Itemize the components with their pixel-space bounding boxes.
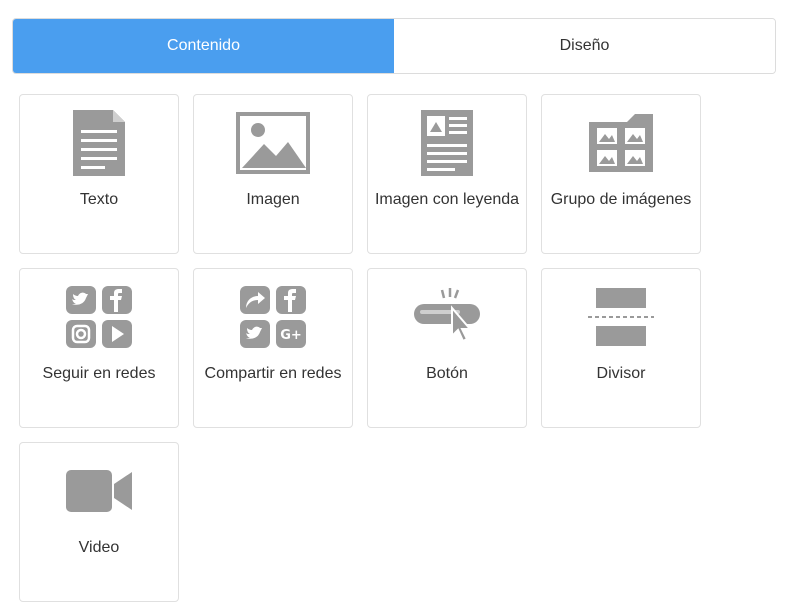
button-click-icon (368, 279, 526, 355)
tab-contenido[interactable]: Contenido (13, 19, 394, 73)
block-boton[interactable]: Botón (367, 268, 527, 428)
social-follow-icon (20, 279, 178, 355)
block-texto[interactable]: Texto (19, 94, 179, 254)
block-label: Texto (79, 191, 119, 208)
image-caption-icon (368, 105, 526, 181)
block-label: Compartir en redes (204, 365, 342, 382)
block-label: Divisor (596, 365, 646, 382)
text-document-icon (20, 105, 178, 181)
tab-diseno[interactable]: Diseño (394, 19, 775, 73)
block-label: Grupo de imágenes (550, 191, 692, 208)
social-share-icon: G+ (194, 279, 352, 355)
block-imagen-con-leyenda[interactable]: Imagen con leyenda (367, 94, 527, 254)
video-camera-icon (20, 453, 178, 529)
image-group-icon (542, 105, 700, 181)
block-label: Botón (426, 365, 468, 382)
block-label: Imagen (246, 191, 300, 208)
image-icon (194, 105, 352, 181)
tab-bar: Contenido Diseño (12, 18, 776, 74)
block-label: Video (78, 539, 120, 556)
svg-text:G+: G+ (280, 328, 302, 343)
block-imagen[interactable]: Imagen (193, 94, 353, 254)
block-video[interactable]: Video (19, 442, 179, 602)
block-grupo-de-imagenes[interactable]: Grupo de imágenes (541, 94, 701, 254)
block-label: Seguir en redes (42, 365, 156, 382)
block-divisor[interactable]: Divisor (541, 268, 701, 428)
divider-icon (542, 279, 700, 355)
block-compartir-en-redes[interactable]: G+ Compartir en redes (193, 268, 353, 428)
block-seguir-en-redes[interactable]: Seguir en redes (19, 268, 179, 428)
block-label: Imagen con leyenda (374, 191, 520, 208)
